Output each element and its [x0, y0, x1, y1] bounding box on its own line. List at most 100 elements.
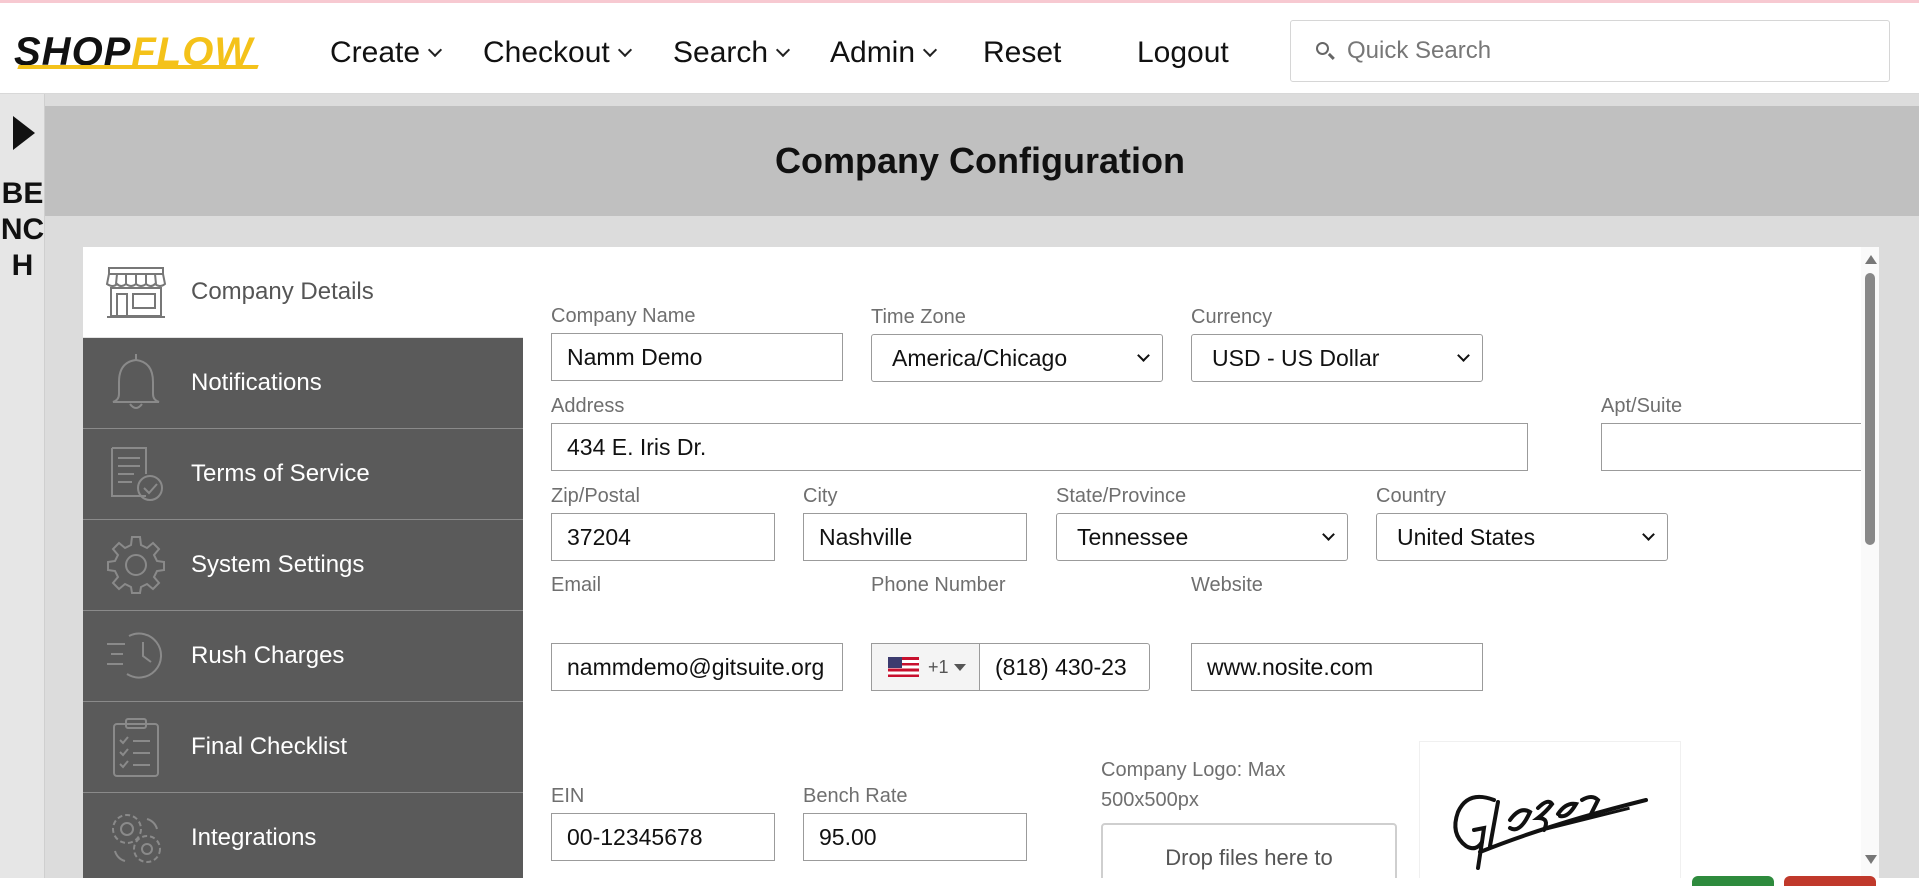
sidebar-item-terms-of-service[interactable]: Terms of Service [83, 429, 523, 520]
sidebar-item-label: Notifications [191, 369, 322, 396]
chevron-down-icon [1457, 349, 1470, 362]
apt-suite-label: Apt/Suite [1601, 395, 1683, 417]
country-select[interactable]: United States [1376, 513, 1668, 561]
scroll-down-arrow-icon[interactable] [1865, 855, 1877, 864]
chevron-down-icon [1137, 349, 1150, 362]
nav-search-label: Search [673, 36, 769, 69]
website-label: Website [1191, 574, 1263, 596]
time-zone-label: Time Zone [871, 306, 966, 328]
nav-logout[interactable]: Logout [1137, 33, 1229, 73]
nav-admin[interactable]: Admin [830, 33, 938, 73]
phone-number-label: Phone Number [871, 574, 1006, 596]
nav-reset-label: Reset [983, 36, 1062, 69]
chevron-down-icon [1642, 528, 1655, 541]
nav-search[interactable]: Search [673, 33, 791, 73]
top-navigation-bar: SHOP FLOW Create Checkout Search Admin Re… [0, 0, 1919, 94]
sidebar-item-rush-charges[interactable]: Rush Charges [83, 611, 523, 702]
sidebar-item-label: System Settings [191, 551, 365, 578]
bench-rate-field[interactable]: 95.00 [803, 813, 1027, 861]
caret-down-icon [953, 663, 966, 671]
time-zone-value: America/Chicago [892, 344, 1068, 371]
address-label: Address [551, 395, 625, 417]
company-details-form: Company Name Namm Demo Time Zone America… [523, 247, 1879, 878]
apt-suite-field[interactable] [1601, 423, 1879, 471]
quick-search-box [1290, 20, 1890, 82]
country-label: Country [1376, 485, 1447, 507]
phone-country-selector[interactable]: +1 [871, 643, 979, 691]
search-icon [1313, 34, 1347, 68]
chevron-down-icon [775, 42, 791, 58]
phone-number-field[interactable]: (818) 430-23 [979, 643, 1150, 691]
email-label: Email [551, 574, 602, 596]
sidebar-item-label: Final Checklist [191, 733, 348, 760]
zip-postal-field[interactable]: 37204 [551, 513, 775, 561]
glaser-logo-image [1453, 795, 1648, 870]
nav-checkout-label: Checkout [483, 36, 610, 69]
scrollbar-thumb[interactable] [1865, 273, 1875, 545]
chevron-down-icon [617, 42, 632, 58]
bench-label: BENCH [0, 177, 45, 282]
website-field[interactable]: www.nosite.com [1191, 643, 1483, 691]
country-value: United States [1397, 523, 1536, 550]
page-title: Company Configuration [775, 140, 1185, 181]
shopflow-logo[interactable]: SHOP FLOW [14, 27, 253, 77]
currency-label: Currency [1191, 306, 1273, 328]
sidebar-item-integrations[interactable]: Integrations [83, 793, 523, 878]
sidebar-item-label: Rush Charges [191, 642, 345, 669]
company-logo-label: Company Logo: Max 500x500px [1101, 755, 1286, 815]
nav-create[interactable]: Create [330, 33, 443, 73]
nav-reset[interactable]: Reset [983, 33, 1061, 73]
config-sidebar: Company Details Notifications Terms of S… [83, 247, 523, 878]
dropzone-text: Drop files here to [1165, 845, 1333, 870]
chevron-down-icon [427, 42, 443, 58]
us-flag-icon [888, 657, 919, 677]
gear-icon [101, 530, 171, 600]
nav-create-label: Create [330, 36, 421, 69]
logo-dropzone[interactable]: Drop files here to [1101, 823, 1397, 878]
clipboard-checklist-icon [101, 712, 171, 782]
logo-swoosh [17, 65, 259, 69]
sidebar-item-label: Terms of Service [191, 460, 370, 487]
sidebar-item-final-checklist[interactable]: Final Checklist [83, 702, 523, 793]
sidebar-item-notifications[interactable]: Notifications [83, 338, 523, 429]
document-check-icon [101, 439, 171, 509]
currency-value: USD - US Dollar [1212, 344, 1380, 371]
ein-label: EIN [551, 785, 585, 807]
content-scrollbar[interactable] [1861, 247, 1879, 878]
expand-arrow-icon[interactable] [13, 116, 35, 150]
company-logo-label-line2: 500x500px [1101, 789, 1199, 811]
scroll-up-arrow-icon[interactable] [1865, 255, 1877, 264]
company-logo-label-line1: Company Logo: Max [1101, 759, 1286, 781]
chevron-down-icon [922, 42, 938, 58]
sidebar-item-label: Company Details [191, 278, 374, 305]
storefront-icon [101, 257, 171, 327]
sidebar-item-system-settings[interactable]: System Settings [83, 520, 523, 611]
ein-field[interactable]: 00-12345678 [551, 813, 775, 861]
address-field[interactable]: 434 E. Iris Dr. [551, 423, 1528, 471]
page-header: Company Configuration [45, 106, 1919, 216]
bench-panel-toggle[interactable]: BENCH [0, 94, 45, 878]
company-name-field[interactable]: Namm Demo [551, 333, 843, 381]
sidebar-item-company-details[interactable]: Company Details [83, 247, 523, 338]
sidebar-item-label: Integrations [191, 824, 317, 851]
nav-checkout[interactable]: Checkout [483, 33, 632, 73]
fast-clock-icon [101, 621, 171, 691]
quick-search-input[interactable] [1347, 37, 1867, 65]
zip-postal-label: Zip/Postal [551, 485, 640, 507]
company-logo-preview [1419, 741, 1681, 878]
state-province-select[interactable]: Tennessee [1056, 513, 1348, 561]
nav-logout-label: Logout [1137, 36, 1229, 69]
nav-admin-label: Admin [830, 36, 916, 69]
bench-rate-label: Bench Rate [803, 785, 908, 807]
main-area: Company Configuration Company Details No… [45, 94, 1919, 878]
state-province-label: State/Province [1056, 485, 1187, 507]
company-name-label: Company Name [551, 305, 696, 327]
state-province-value: Tennessee [1077, 523, 1189, 550]
dial-code: +1 [928, 656, 949, 677]
currency-select[interactable]: USD - US Dollar [1191, 334, 1483, 382]
city-field[interactable]: Nashville [803, 513, 1027, 561]
bell-icon [101, 348, 171, 418]
time-zone-select[interactable]: America/Chicago [871, 334, 1163, 382]
city-label: City [803, 485, 838, 507]
email-field[interactable]: nammdemo@gitsuite.org [551, 643, 843, 691]
